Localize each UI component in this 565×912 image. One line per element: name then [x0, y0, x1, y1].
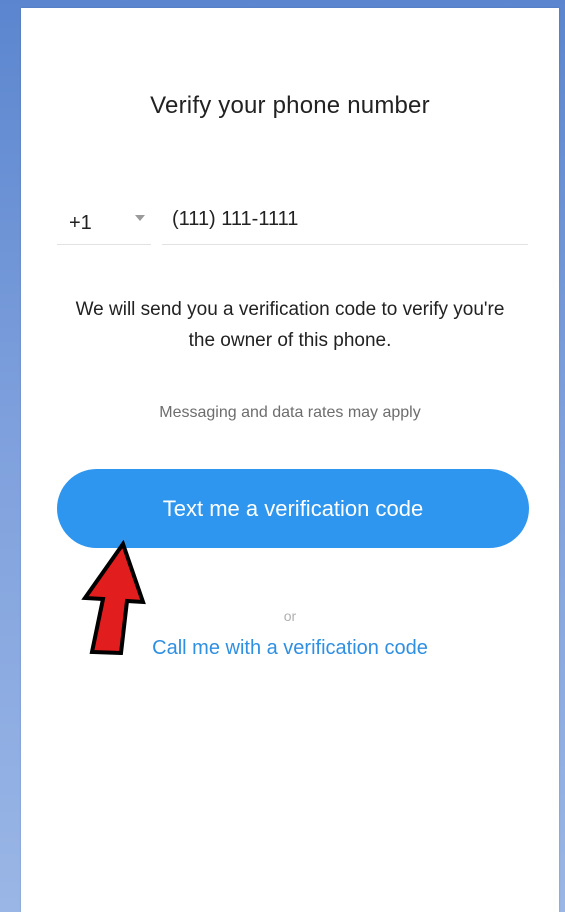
- text-me-code-button[interactable]: Text me a verification code: [57, 469, 529, 548]
- phone-number-field[interactable]: (111) 111-1111: [162, 200, 528, 245]
- verification-card: Verify your phone number +1 (111) 111-11…: [21, 8, 559, 912]
- country-code-select[interactable]: +1: [57, 204, 151, 245]
- page-title: Verify your phone number: [150, 92, 430, 119]
- verification-description: We will send you a verification code to …: [49, 294, 531, 356]
- rates-notice: Messaging and data rates may apply: [159, 404, 421, 421]
- country-code-value: +1: [69, 212, 92, 234]
- description-line-1: We will send you a verification code to …: [75, 299, 505, 320]
- chevron-down-icon: [135, 215, 145, 221]
- description-line-2: the owner of this phone.: [188, 330, 392, 351]
- phone-number-value: (111) 111-1111: [172, 208, 299, 230]
- red-arrow-icon: [81, 540, 146, 655]
